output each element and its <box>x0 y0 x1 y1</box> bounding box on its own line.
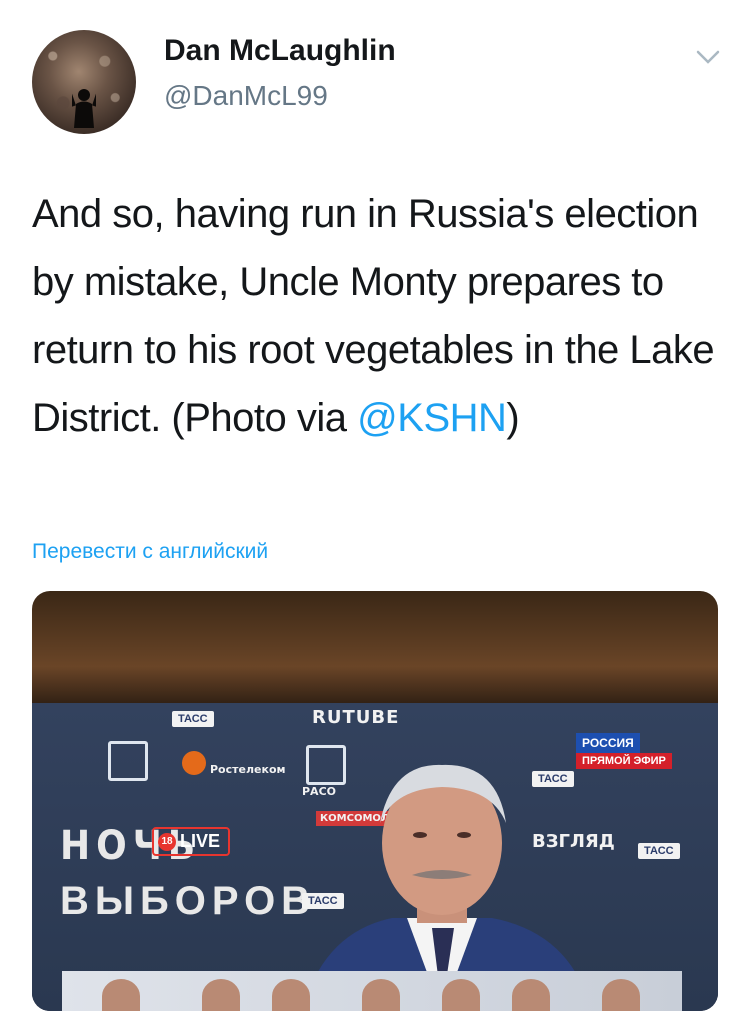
avatar-silhouette <box>72 89 96 128</box>
mention-link[interactable]: @KSHN <box>357 396 507 440</box>
rostelecom-label: Ростелеком <box>210 763 286 776</box>
tass-logo-4: ТАСС <box>638 843 680 859</box>
translate-link[interactable]: Перевести с английский <box>32 540 268 564</box>
rutube-logo: RUTUBE <box>312 707 400 728</box>
avatar[interactable] <box>32 30 136 134</box>
chevron-down-icon[interactable] <box>694 46 722 68</box>
raso-icon <box>108 741 148 781</box>
rostelecom-icon <box>182 751 206 775</box>
thumbnail-face <box>512 979 550 1011</box>
tv-screen: RUTUBE ТАСС РАСО Ростелеком НОЧЬ 18 LIVE … <box>32 703 718 1011</box>
thumbnail-face <box>102 979 140 1011</box>
tv-title-vyborov: ВЫБОРОВ <box>60 879 317 923</box>
thumbnail-face <box>602 979 640 1011</box>
thumbnail-face <box>362 979 400 1011</box>
tass-logo-1: ТАСС <box>172 711 214 727</box>
tweet-text: And so, having run in Russia's election … <box>32 180 722 452</box>
author-display-name[interactable]: Dan McLaughlin <box>164 34 396 68</box>
live-label: LIVE <box>180 831 221 851</box>
tweet-body-end: ) <box>506 396 520 440</box>
tweet-photo[interactable]: RUTUBE ТАСС РАСО Ростелеком НОЧЬ 18 LIVE … <box>32 591 718 1011</box>
age-rating: 18 <box>158 833 176 851</box>
candidate-thumbnails <box>62 971 682 1011</box>
live-badge: 18 LIVE <box>152 827 231 856</box>
thumbnail-face <box>442 979 480 1011</box>
thumbnail-face <box>202 979 240 1011</box>
author-handle[interactable]: @DanMcL99 <box>164 80 328 112</box>
thumbnail-face <box>272 979 310 1011</box>
